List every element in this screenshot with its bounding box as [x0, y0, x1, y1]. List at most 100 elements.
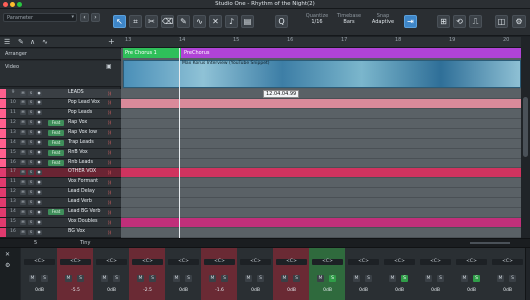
feat-tag[interactable]: Feat: [48, 129, 64, 136]
track-row[interactable]: 15 M S ● Feat RnB Vox)): [0, 148, 121, 159]
feat-tag[interactable]: Feat: [48, 119, 64, 126]
volume-readout[interactable]: 0dB: [96, 288, 127, 294]
track-row[interactable]: 11 M S ● Pop Leads)): [0, 108, 121, 119]
track-name[interactable]: Rap Vox low: [68, 129, 97, 137]
listen-tool-icon[interactable]: ♪: [225, 15, 238, 28]
quantize-control[interactable]: Quantize 1/16: [302, 13, 332, 25]
track-lane[interactable]: [121, 158, 521, 169]
monitor-icon[interactable]: )): [108, 210, 117, 215]
record-arm-button[interactable]: ●: [36, 179, 42, 185]
snap-control[interactable]: Snap Adaptive: [368, 13, 398, 25]
record-arm-button[interactable]: ●: [36, 100, 42, 106]
monitor-icon[interactable]: )): [108, 160, 117, 165]
quantize-icon[interactable]: Q: [275, 15, 288, 28]
split-tool-icon[interactable]: ✂: [145, 15, 158, 28]
monitor-icon[interactable]: )): [108, 200, 117, 205]
mute-button[interactable]: M: [20, 120, 26, 126]
mute-button[interactable]: M: [20, 160, 26, 166]
automation-icon[interactable]: ∧: [30, 38, 35, 46]
monitor-icon[interactable]: )): [108, 91, 117, 96]
arrangement-view[interactable]: Pre Chorus 1 PreChorus Max Korus Intervi…: [121, 48, 521, 247]
track-color-strip[interactable]: [0, 178, 6, 188]
volume-readout[interactable]: 0dB: [276, 288, 307, 294]
volume-readout[interactable]: 0dB: [168, 288, 199, 294]
mixer-channel-strip[interactable]: <C> M S 0dB: [93, 248, 130, 300]
track-lane[interactable]: [121, 108, 521, 119]
mute-button[interactable]: M: [209, 275, 216, 282]
record-arm-button[interactable]: ●: [36, 229, 42, 235]
track-row[interactable]: 12 M S ● Lead Delay)): [0, 188, 121, 199]
solo-button[interactable]: S: [28, 209, 34, 215]
track-lane[interactable]: [121, 188, 521, 199]
track-color-strip[interactable]: [0, 108, 6, 118]
solo-button[interactable]: S: [28, 169, 34, 175]
record-arm-button[interactable]: ●: [36, 90, 42, 96]
pan-control[interactable]: <C>: [420, 259, 451, 265]
monitor-icon[interactable]: )): [108, 140, 117, 145]
solo-button[interactable]: S: [437, 275, 444, 282]
volume-readout[interactable]: -1.6: [204, 288, 235, 294]
record-arm-button[interactable]: ●: [36, 120, 42, 126]
record-arm-button[interactable]: ●: [36, 169, 42, 175]
pan-control[interactable]: <C>: [24, 259, 55, 265]
mixer-channel-strip[interactable]: <C> M S 0dB: [21, 248, 58, 300]
mute-button[interactable]: M: [20, 150, 26, 156]
track-name[interactable]: OTHER VOX: [68, 168, 96, 176]
solo-button[interactable]: S: [41, 275, 48, 282]
pencil-tool-icon[interactable]: ✎: [177, 15, 190, 28]
mute-button[interactable]: M: [20, 179, 26, 185]
volume-readout[interactable]: 0dB: [492, 288, 523, 294]
pan-control[interactable]: <C>: [492, 259, 523, 265]
list-icon[interactable]: ☰: [4, 38, 10, 46]
range-tool-icon[interactable]: ⌗: [129, 15, 142, 28]
prev-icon[interactable]: ‹: [80, 13, 89, 22]
track-row[interactable]: 12 M S ● Feat Rap Vox)): [0, 118, 121, 129]
pan-control[interactable]: <C>: [348, 259, 379, 265]
mute-button[interactable]: M: [281, 275, 288, 282]
video-settings-icon[interactable]: ▣: [106, 63, 112, 70]
track-row[interactable]: 14 M S ● Feat Trap Leads)): [0, 138, 121, 149]
mute-button[interactable]: M: [317, 275, 324, 282]
video-clip[interactable]: Max Korus Interview (YouTube Snippet): [123, 60, 521, 88]
solo-button[interactable]: S: [28, 100, 34, 106]
monitor-icon[interactable]: )): [108, 130, 117, 135]
close-mixer-icon[interactable]: ✕: [5, 251, 10, 258]
solo-button[interactable]: S: [149, 275, 156, 282]
track-row[interactable]: 15 M S ● Vox Doubles)): [0, 218, 121, 229]
mute-button[interactable]: M: [425, 275, 432, 282]
track-row[interactable]: 13 M S ● Feat Rap Vox low)): [0, 128, 121, 139]
mute-button[interactable]: M: [20, 199, 26, 205]
mute-button[interactable]: M: [353, 275, 360, 282]
solo-button[interactable]: S: [28, 110, 34, 116]
mixer-channel-strip[interactable]: <C> M S 0dB: [417, 248, 454, 300]
solo-button[interactable]: S: [329, 275, 336, 282]
track-row[interactable]: 14 M S ● Feat Lead BG Verb)): [0, 208, 121, 219]
volume-readout[interactable]: 0dB: [348, 288, 379, 294]
timeline-icon[interactable]: ⊞: [437, 15, 450, 28]
timeline-ruler[interactable]: 13 14 15 16 17 18 19 20: [121, 37, 521, 48]
volume-readout[interactable]: 0dB: [384, 288, 415, 294]
mixer-channel-strip[interactable]: <C> M S 0dB: [309, 248, 346, 300]
track-color-strip[interactable]: [0, 148, 6, 158]
add-track-icon[interactable]: +: [108, 37, 115, 46]
track-row[interactable]: 16 M S ● BG Vox)): [0, 228, 121, 238]
track-name[interactable]: Lead Verb: [68, 198, 92, 206]
record-arm-button[interactable]: ●: [36, 199, 42, 205]
mute-button[interactable]: M: [20, 189, 26, 195]
solo-button[interactable]: S: [113, 275, 120, 282]
record-arm-button[interactable]: ●: [36, 150, 42, 156]
folder-track-row[interactable]: 17 M S ● OTHER VOX)): [0, 168, 121, 179]
record-arm-button[interactable]: ●: [36, 130, 42, 136]
monitor-icon[interactable]: )): [108, 150, 117, 155]
track-name[interactable]: Pop Leads: [68, 109, 92, 117]
solo-button[interactable]: S: [28, 130, 34, 136]
track-name[interactable]: Rnb Leads: [68, 159, 93, 167]
mute-button[interactable]: M: [20, 100, 26, 106]
mute-button[interactable]: M: [65, 275, 72, 282]
comp-icon[interactable]: ⎍: [469, 15, 482, 28]
solo-button[interactable]: S: [509, 275, 516, 282]
video-header[interactable]: Video ▣: [0, 61, 121, 87]
solo-button[interactable]: S: [293, 275, 300, 282]
mixer-channel-strip[interactable]: <C> M S -2.5: [129, 248, 166, 300]
track-name[interactable]: Vox Doubles: [68, 218, 98, 226]
